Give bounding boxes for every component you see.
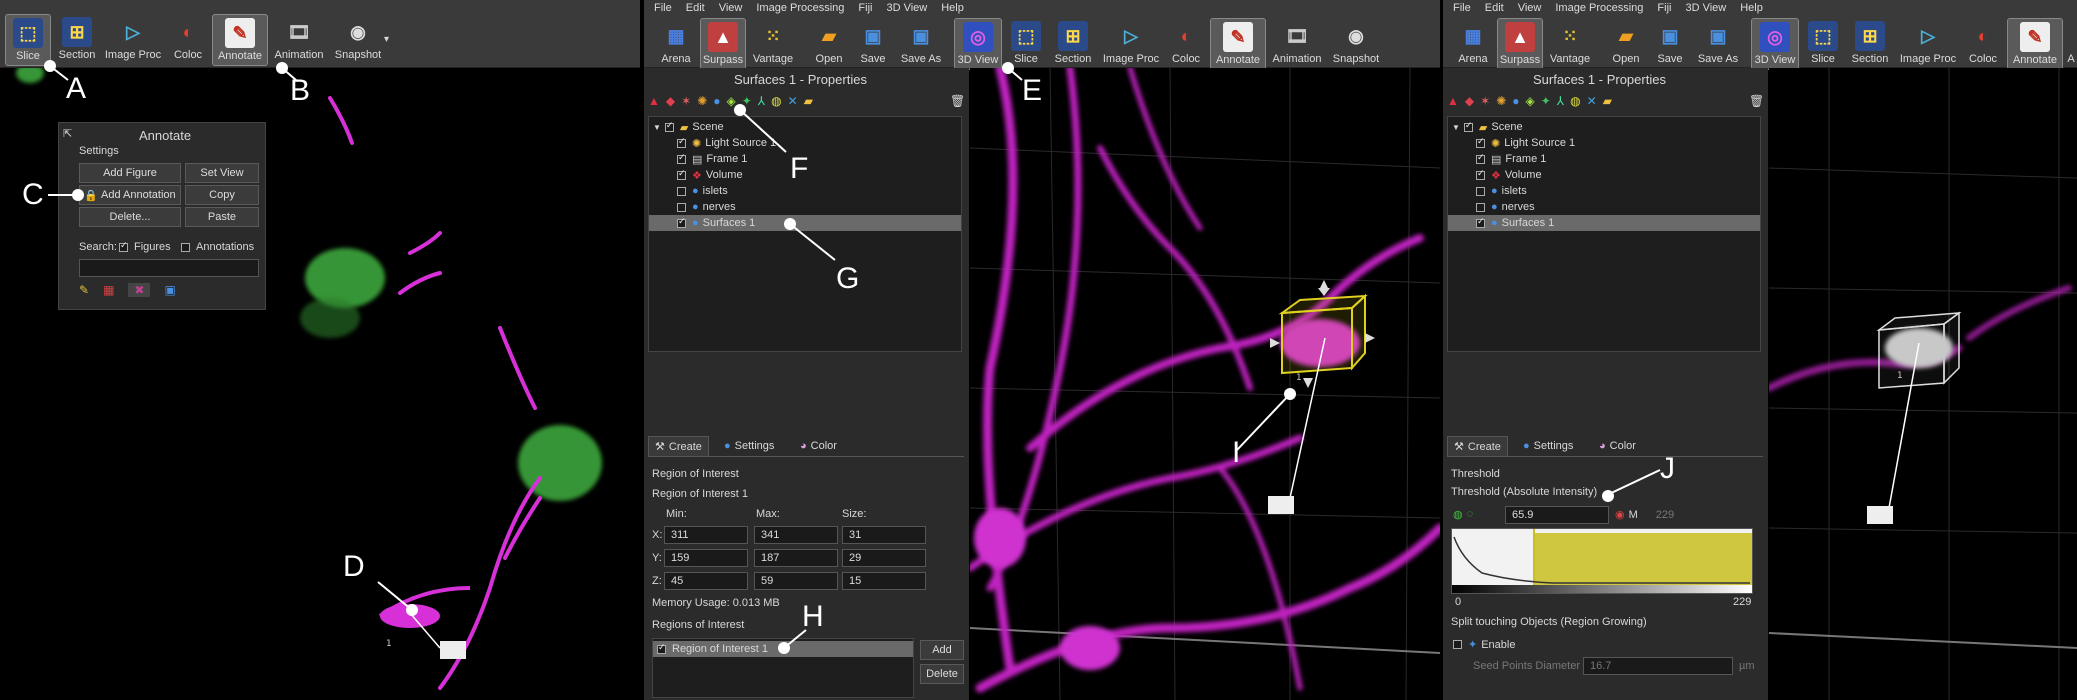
- callout-g: G: [836, 262, 860, 295]
- callout-a: A: [66, 72, 87, 105]
- callout-dot-d: [406, 604, 418, 616]
- callout-dot-c: [72, 189, 84, 201]
- callout-dot-h: [778, 642, 790, 654]
- callout-e: E: [1022, 74, 1043, 107]
- callout-dot-a: [44, 60, 56, 72]
- callout-dot-f: [734, 104, 746, 116]
- callout-dot-i: [1284, 388, 1296, 400]
- callout-c: C: [22, 178, 44, 211]
- callout-f: F: [790, 152, 809, 185]
- callout-dot-j: [1602, 490, 1614, 502]
- callout-d: D: [343, 550, 365, 583]
- callout-h: H: [802, 600, 824, 633]
- callout-b: B: [290, 74, 311, 107]
- callout-dot-e: [1002, 62, 1014, 74]
- callout-dot-g: [784, 218, 796, 230]
- callout-j: J: [1660, 452, 1675, 485]
- callout-dot-b: [276, 62, 288, 74]
- callout-i: I: [1232, 436, 1241, 469]
